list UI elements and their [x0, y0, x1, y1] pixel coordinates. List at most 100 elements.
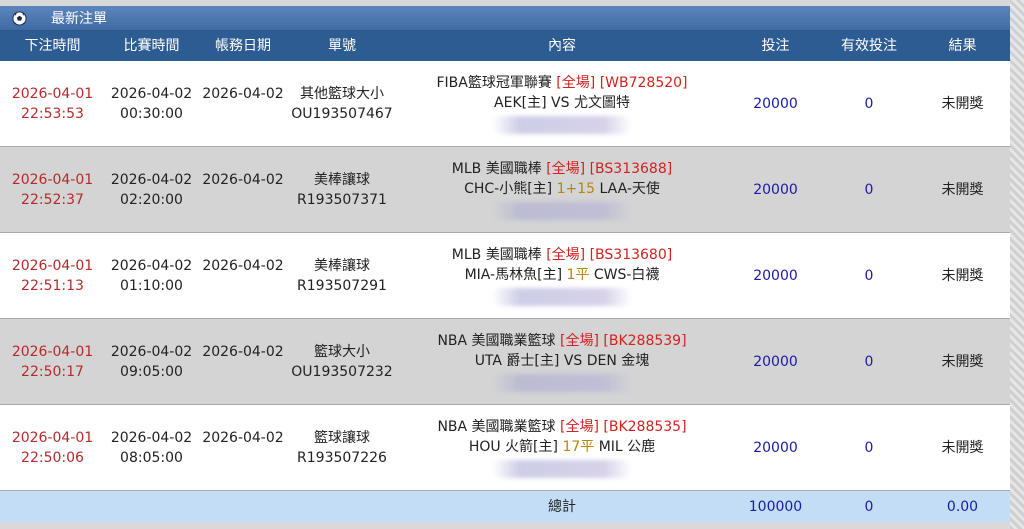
bet-time: 22:50:06	[21, 449, 84, 466]
account-date-cell: 2026-04-02	[198, 84, 288, 124]
column-header: 下注時間	[24, 38, 81, 54]
column-header: 單號	[328, 38, 356, 54]
team-home: CHC-小熊[主]	[464, 181, 553, 197]
bet-date: 2026-04-01	[11, 343, 94, 360]
valid-amount-cell: 0	[864, 181, 874, 198]
league-name: FIBA籃球冠軍聯賽	[436, 75, 552, 91]
handicap: VS	[551, 95, 570, 111]
account-date: 2026-04-02	[202, 343, 284, 360]
total-label: 總計	[548, 498, 576, 515]
period-label: [全場]	[546, 247, 586, 263]
bet-time: 22:50:17	[21, 363, 84, 380]
handicap: 1平	[566, 267, 590, 283]
total-row: 總計 100000 0 0.00	[0, 491, 1010, 522]
bet-time: 22:51:13	[21, 277, 84, 294]
handicap: VS	[563, 353, 583, 369]
order-cell: 籃球大小 OU193507232	[288, 342, 396, 382]
team-away: DEN 金塊	[586, 353, 650, 369]
team-home: AEK[主]	[494, 95, 547, 111]
period-label: [全場]	[556, 75, 596, 91]
bet-time-cell: 2026-04-01 22:50:06	[0, 428, 105, 468]
blurred-redaction	[492, 288, 632, 306]
match-time: 01:10:00	[120, 277, 183, 294]
match-date: 2026-04-02	[110, 85, 193, 102]
bet-date: 2026-04-01	[11, 429, 94, 446]
match-time-cell: 2026-04-02 09:05:00	[105, 342, 198, 382]
bet-time: 22:52:37	[21, 191, 84, 208]
team-home: UTA 爵士[主]	[474, 353, 560, 369]
result-cell: 未開獎	[941, 353, 984, 370]
account-date: 2026-04-02	[202, 257, 284, 274]
team-away: CWS-白襪	[593, 267, 660, 283]
blurred-redaction	[492, 374, 632, 392]
blurred-redaction	[492, 202, 632, 220]
valid-amount-cell: 0	[864, 95, 874, 112]
account-date: 2026-04-02	[202, 429, 284, 446]
order-number: R193507226	[297, 449, 387, 466]
handicap: 17平	[562, 439, 595, 455]
column-header: 帳務日期	[215, 38, 271, 54]
page-background	[1010, 0, 1024, 529]
match-time: 09:05:00	[120, 363, 183, 380]
match-time: 00:30:00	[120, 105, 183, 122]
bet-date: 2026-04-01	[11, 171, 94, 188]
account-date-cell: 2026-04-02	[198, 256, 288, 296]
bet-type: 籃球讓球	[314, 429, 370, 446]
league-name: NBA 美國職業籃球	[437, 419, 556, 435]
period-label: [全場]	[560, 419, 599, 435]
column-header: 比賽時間	[123, 38, 180, 54]
order-number: OU193507232	[291, 363, 393, 380]
result-cell: 未開獎	[941, 439, 984, 456]
team-away: 尤文圖特	[573, 95, 630, 111]
panel-title: 最新注單	[51, 11, 107, 27]
league-name: MLB 美國職棒	[451, 247, 542, 263]
valid-amount-cell: 0	[864, 353, 874, 370]
column-header: 結果	[948, 38, 977, 54]
bet-date: 2026-04-01	[11, 257, 94, 274]
match-code: [WB728520]	[599, 75, 688, 91]
account-date-cell: 2026-04-02	[198, 428, 288, 468]
match-time: 08:05:00	[120, 449, 183, 466]
match-time-cell: 2026-04-02 08:05:00	[105, 428, 198, 468]
league-name: NBA 美國職業籃球	[437, 333, 556, 349]
match-date: 2026-04-02	[110, 171, 193, 188]
bet-time-cell: 2026-04-01 22:50:17	[0, 342, 105, 382]
amount-cell: 20000	[753, 353, 798, 370]
amount-cell: 20000	[753, 181, 798, 198]
match-date: 2026-04-02	[110, 257, 193, 274]
account-date: 2026-04-02	[202, 85, 284, 102]
content-cell: NBA 美國職業籃球 [全場] [BK288539] UTA 爵士[主] VS …	[396, 331, 728, 392]
match-time-cell: 2026-04-02 00:30:00	[105, 84, 198, 124]
content-cell: MLB 美國職棒 [全場] [BS313688] CHC-小熊[主] 1+15 …	[396, 159, 728, 220]
bet-time: 22:53:53	[21, 105, 84, 122]
order-cell: 其他籃球大小 OU193507467	[288, 84, 396, 124]
handicap: 1+15	[556, 181, 596, 197]
content-cell: FIBA籃球冠軍聯賽 [全場] [WB728520] AEK[主] VS 尤文圖…	[396, 73, 728, 134]
order-number: R193507371	[297, 191, 387, 208]
match-code: [BK288539]	[603, 333, 687, 349]
order-number: R193507291	[297, 277, 387, 294]
team-away: MIL 公鹿	[598, 439, 656, 455]
order-cell: 籃球讓球 R193507226	[288, 428, 396, 468]
account-date-cell: 2026-04-02	[198, 342, 288, 382]
total-valid-amount: 0	[864, 498, 874, 515]
account-date-cell: 2026-04-02	[198, 170, 288, 210]
match-time-cell: 2026-04-02 01:10:00	[105, 256, 198, 296]
valid-amount-cell: 0	[864, 267, 874, 284]
match-date: 2026-04-02	[110, 343, 193, 360]
blurred-redaction	[492, 116, 632, 134]
league-name: MLB 美國職棒	[451, 161, 542, 177]
order-number: OU193507467	[291, 105, 393, 122]
match-code: [BS313680]	[589, 247, 673, 263]
content-cell: NBA 美國職業籃球 [全場] [BK288535] HOU 火箭[主] 17平…	[396, 417, 728, 478]
account-date: 2026-04-02	[202, 171, 284, 188]
result-cell: 未開獎	[941, 181, 984, 198]
panel-titlebar: 最新注單	[0, 6, 1010, 31]
bet-type: 其他籃球大小	[300, 85, 384, 102]
column-header: 內容	[548, 38, 576, 54]
column-header: 投注	[761, 38, 790, 54]
soccer-ball-icon	[12, 10, 27, 26]
table-header: 下注時間 比賽時間 帳務日期 單號 內容 投注 有效投注 結果	[0, 31, 1010, 61]
team-home: MIA-馬林魚[主]	[464, 267, 563, 283]
amount-cell: 20000	[753, 95, 798, 112]
